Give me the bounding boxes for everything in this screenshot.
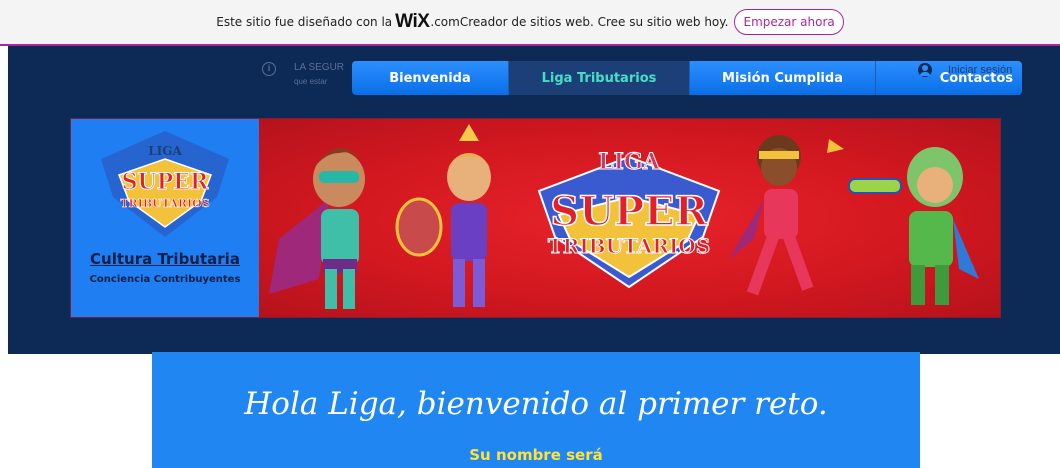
nav-item-liga-tributarios[interactable]: Liga Tributarios [509,61,690,95]
welcome-title: Hola Liga, bienvenido al primer reto. [244,386,828,422]
hero-illustration: LIGA SUPER TRIBUTARIOS [269,124,979,309]
hero-banner: LIGA SUPER TRIBUTARIOS Cultura Tributari… [70,118,1001,318]
logo-large-super: SUPER [550,188,708,235]
user-icon [918,63,932,77]
hero-left-panel: LIGA SUPER TRIBUTARIOS Cultura Tributari… [71,119,259,317]
liga-logo-large: LIGA SUPER TRIBUTARIOS [537,149,721,289]
notice-line2: que estar [294,77,328,86]
culture-subtitle: Conciencia Contribuyentes [89,274,241,285]
start-now-button[interactable]: Empezar ahora [734,9,844,35]
login-link[interactable]: Iniciar sesión [918,62,1012,78]
info-icon: i [262,62,276,76]
culture-title[interactable]: Cultura Tributaria [71,250,259,268]
hero-character-2 [395,124,491,307]
wix-banner-text: Este sitio fue diseñado con la [216,15,393,29]
hero-artwork: LIGA SUPER TRIBUTARIOS [259,119,1000,317]
hero-character-4 [848,147,979,305]
logo-small-super: SUPER [122,169,209,195]
logo-large-liga: LIGA [598,149,661,175]
login-label: Iniciar sesión [948,64,1013,76]
hero-character-1 [269,147,367,309]
logo-small-liga: LIGA [148,144,182,158]
liga-logo-small: LIGA SUPER TRIBUTARIOS [101,131,229,237]
logo-large-tributarios: TRIBUTARIOS [548,234,710,258]
nav-item-mision-cumplida[interactable]: Misión Cumplida [690,61,876,95]
wix-banner-suffix: .comCreador de sitios web. Cree su sitio… [430,15,729,29]
notice-partial: i LA SEGUR que estar [262,60,362,92]
logo-small-tributarios: TRIBUTARIOS [120,197,209,210]
wix-promo-banner: Este sitio fue diseñado con la WiX .comC… [0,0,1060,46]
nav-item-bienvenida[interactable]: Bienvenida [352,61,509,95]
welcome-panel: Hola Liga, bienvenido al primer reto. Su… [152,352,920,468]
notice-line1: LA SEGUR [294,62,345,73]
welcome-subtitle: Su nombre será [469,446,603,464]
hero-character-3 [729,135,844,296]
wix-logo[interactable]: WiX [395,11,430,33]
